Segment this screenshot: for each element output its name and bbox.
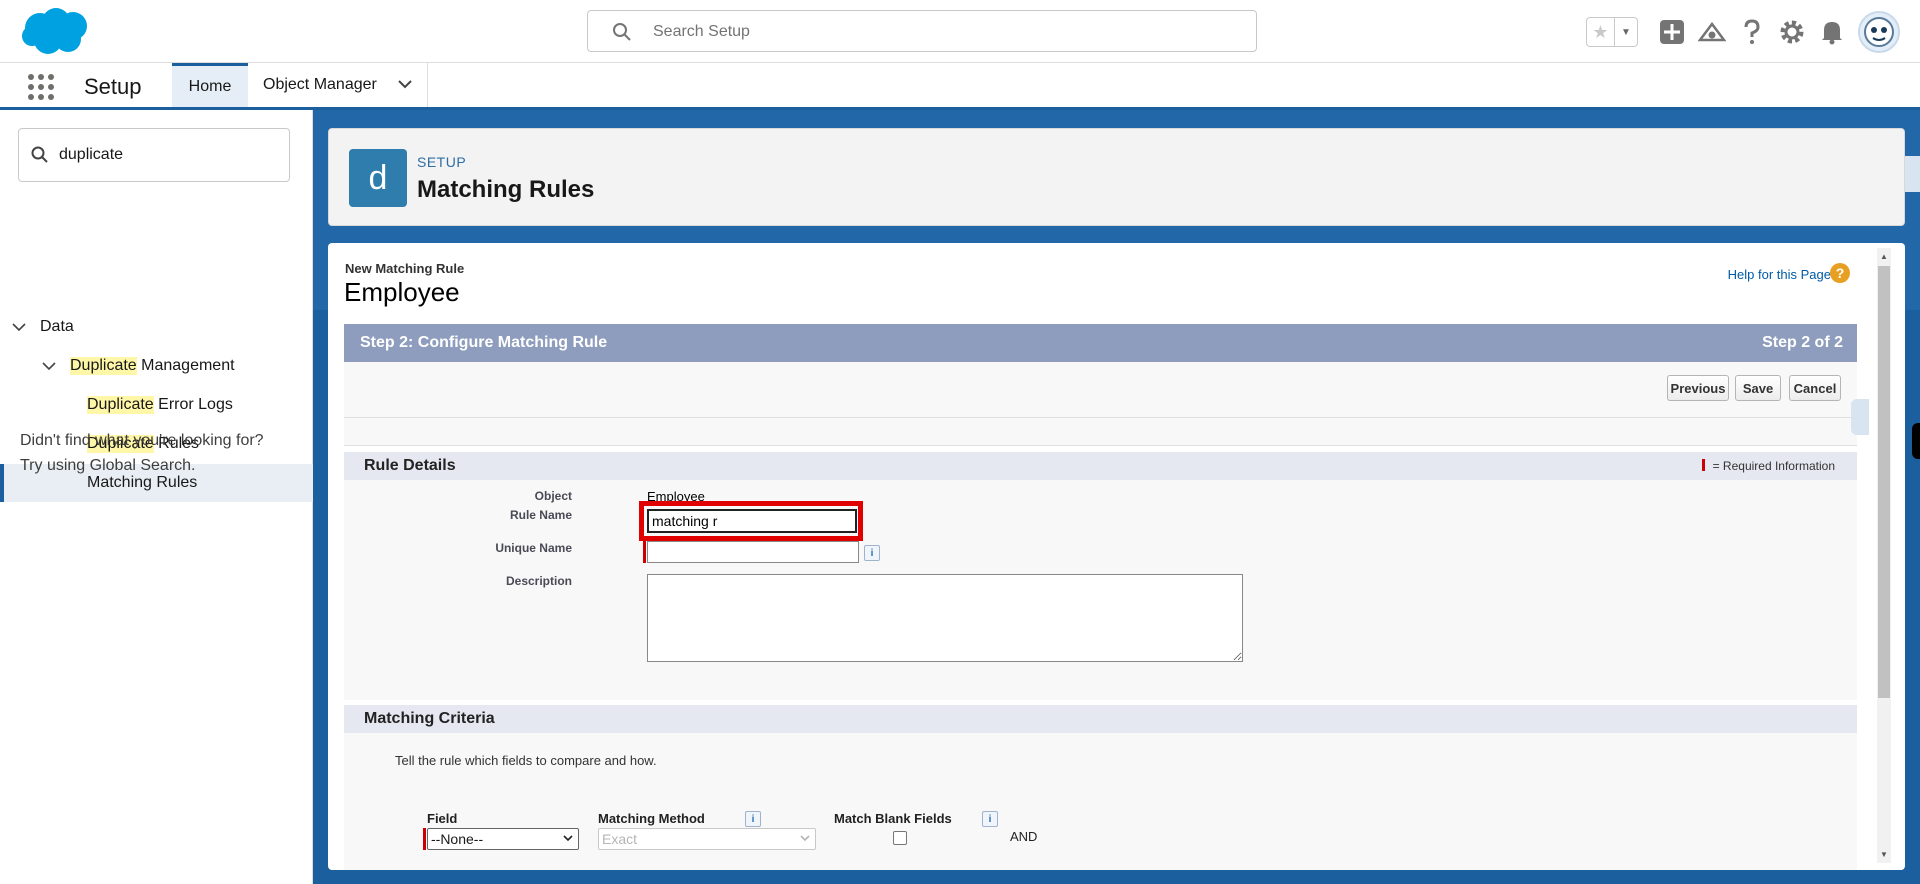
tree-item-data[interactable]: Data — [12, 308, 74, 346]
help-for-page-link[interactable]: Help for this Page — [1728, 267, 1831, 282]
and-operator: AND — [1010, 829, 1038, 844]
section-title: Matching Criteria — [364, 710, 495, 727]
setup-gear-icon[interactable] — [1772, 12, 1812, 52]
required-info-text: = Required Information — [1712, 459, 1835, 473]
tab-home[interactable]: Home — [172, 63, 248, 107]
tree-item-label: Data — [40, 318, 74, 335]
tab-object-manager-label: Object Manager — [263, 76, 377, 93]
favorites-group: ★ ▼ — [1586, 17, 1638, 47]
record-title: Employee — [344, 277, 460, 307]
sidebar-help-text: Didn't find what you're looking for? Try… — [20, 428, 264, 478]
help-icon[interactable] — [1732, 12, 1772, 52]
tab-object-manager[interactable]: Object Manager — [248, 63, 428, 107]
user-avatar[interactable] — [1858, 11, 1900, 53]
help-question-icon[interactable]: ? — [1830, 263, 1850, 283]
sidebar-help-line: Didn't find what you're looking for? — [20, 432, 264, 449]
content-scrollbar[interactable]: ▲ ▼ — [1877, 248, 1891, 863]
spacer-row — [344, 418, 1857, 446]
button-row: Previous Save Cancel — [344, 362, 1857, 418]
tree-item-label: Management — [136, 357, 235, 374]
matching-criteria-header: Matching Criteria — [344, 705, 1857, 733]
search-icon — [31, 146, 48, 163]
edge-handle[interactable] — [1912, 423, 1920, 459]
scrollbar-thumb[interactable] — [1878, 266, 1890, 698]
rule-details-body: Object Employee Rule Name Unique Name i … — [344, 480, 1857, 700]
scroll-up-icon[interactable]: ▲ — [1880, 252, 1888, 261]
field-select[interactable]: --None-- — [427, 828, 579, 850]
chevron-down-icon[interactable] — [42, 359, 56, 373]
global-header: Search Setup ★ ▼ — [0, 0, 1920, 63]
setup-search-input[interactable]: Search Setup — [587, 10, 1257, 52]
search-highlight: Duplicate — [70, 357, 137, 375]
tree-item-duplicate-error-logs[interactable]: Duplicate Error Logs — [87, 386, 233, 424]
step-label: Step 2: Configure Matching Rule — [360, 334, 608, 351]
scroll-down-icon[interactable]: ▼ — [1880, 850, 1888, 859]
page-title: Matching Rules — [417, 176, 595, 203]
unique-name-label: Unique Name — [495, 541, 572, 555]
required-marker — [1701, 459, 1705, 471]
favorites-dropdown-icon[interactable]: ▼ — [1615, 18, 1637, 46]
info-icon[interactable]: i — [864, 545, 880, 561]
app-launcher-icon[interactable] — [26, 72, 56, 102]
matching-criteria-body: Tell the rule which fields to compare an… — [344, 733, 1857, 870]
section-title: Rule Details — [364, 457, 456, 474]
column-header-matching-method: Matching Method — [598, 811, 705, 826]
field-select-value: --None-- — [431, 831, 484, 847]
object-label: Object — [534, 489, 572, 503]
previous-button[interactable]: Previous — [1667, 375, 1729, 401]
cancel-button[interactable]: Cancel — [1789, 375, 1841, 401]
quick-find-input[interactable]: duplicate — [18, 128, 290, 182]
chevron-down-icon — [800, 835, 810, 842]
trailhead-icon[interactable] — [1692, 12, 1732, 52]
column-header-field: Field — [427, 811, 458, 826]
app-navigation-bar: Setup Home Object Manager — [0, 63, 1920, 110]
search-icon — [613, 23, 631, 41]
criteria-instructions: Tell the rule which fields to compare an… — [395, 753, 657, 768]
info-icon[interactable]: i — [745, 811, 761, 827]
matching-method-select: Exact — [598, 828, 816, 850]
required-info-legend: = Required Information — [1701, 459, 1835, 473]
page-header: d SETUP Matching Rules — [328, 128, 1905, 226]
step-bar: Step 2: Configure Matching Rule Step 2 o… — [344, 324, 1857, 362]
search-placeholder: Search Setup — [653, 23, 750, 40]
rule-name-label: Rule Name — [509, 508, 572, 522]
info-icon[interactable]: i — [982, 811, 998, 827]
column-header-match-blank-fields: Match Blank Fields — [834, 811, 952, 826]
rule-details-header: Rule Details = Required Information — [344, 452, 1857, 480]
chevron-down-icon[interactable] — [397, 76, 413, 92]
sidebar-help-line: Try using Global Search. — [20, 457, 196, 474]
collapse-panel-toggle[interactable] — [1851, 399, 1869, 435]
quick-find-value: duplicate — [59, 146, 124, 163]
page-eyebrow: SETUP — [417, 154, 467, 170]
match-blank-fields-checkbox[interactable] — [893, 831, 907, 845]
search-highlight: Duplicate — [87, 396, 154, 414]
content-card: New Matching Rule Employee Help for this… — [328, 243, 1905, 870]
matching-method-value: Exact — [602, 831, 638, 847]
salesforce-logo[interactable] — [18, 6, 94, 56]
favorites-star-icon[interactable]: ★ — [1587, 18, 1615, 46]
chevron-down-icon[interactable] — [12, 320, 26, 334]
notifications-bell-icon[interactable] — [1812, 12, 1852, 52]
required-marker — [423, 828, 426, 850]
rule-name-input[interactable] — [647, 509, 857, 533]
required-marker — [643, 541, 646, 563]
save-button[interactable]: Save — [1735, 375, 1781, 401]
app-name: Setup — [84, 74, 142, 99]
setup-sidebar: duplicate Data Duplicate Management Dupl… — [0, 110, 313, 884]
tree-item-label: Error Logs — [153, 396, 233, 413]
unique-name-input[interactable] — [647, 541, 859, 563]
chevron-down-icon — [563, 835, 573, 842]
tree-item-duplicate-management[interactable]: Duplicate Management — [42, 347, 235, 385]
step-count: Step 2 of 2 — [1762, 334, 1843, 351]
header-actions: ★ ▼ — [1586, 11, 1900, 53]
description-textarea[interactable] — [647, 574, 1243, 662]
global-actions-icon[interactable] — [1652, 12, 1692, 52]
description-label: Description — [505, 574, 572, 588]
breadcrumb: New Matching Rule — [345, 261, 465, 276]
page-icon: d — [349, 149, 407, 207]
